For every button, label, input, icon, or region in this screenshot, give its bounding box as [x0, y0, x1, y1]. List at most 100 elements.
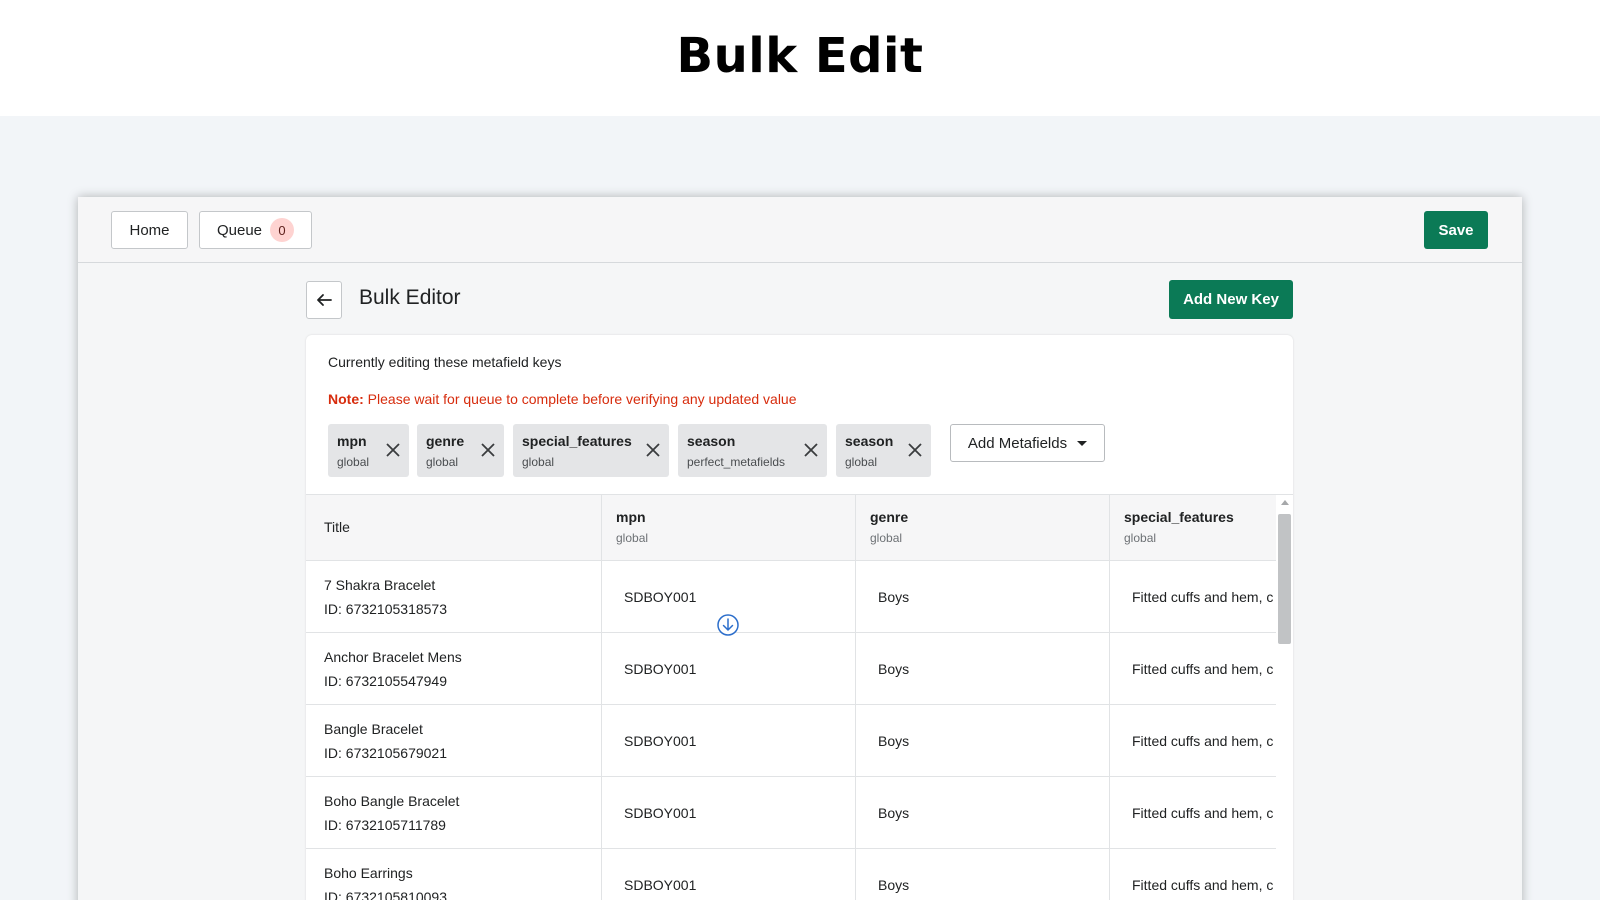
product-id: ID: 6732105810093 — [324, 889, 447, 900]
scroll-up-arrow-icon[interactable] — [1281, 500, 1289, 505]
topbar: Home Queue 0 Save — [78, 197, 1522, 263]
mpn-cell[interactable]: SDBOY001 — [602, 777, 856, 849]
genre-value: Boys — [878, 589, 910, 605]
product-id: ID: 6732105547949 — [324, 673, 447, 689]
column-scope: global — [1124, 531, 1157, 545]
mpn-value: SDBOY001 — [624, 589, 697, 605]
special-features-cell[interactable]: Fitted cuffs and hem, c — [1110, 777, 1276, 849]
home-button[interactable]: Home — [111, 211, 188, 249]
tag-scope: global — [845, 455, 878, 469]
scroll-thumb[interactable] — [1278, 514, 1291, 644]
title-cell: Anchor Bracelet Mens ID: 6732105547949 — [306, 633, 602, 705]
metafield-tag: season perfect_metafields — [678, 424, 827, 477]
special-features-value: Fitted cuffs and hem, c — [1132, 661, 1274, 677]
card-heading: Currently editing these metafield keys — [328, 354, 562, 370]
add-metafields-label: Add Metafields — [967, 434, 1068, 452]
table-row: Bangle Bracelet ID: 6732105679021 SDBOY0… — [306, 705, 1276, 777]
queue-button[interactable]: Queue 0 — [199, 211, 312, 249]
column-header: genre global — [856, 495, 1110, 561]
close-icon[interactable] — [905, 440, 925, 460]
column-scope: global — [616, 531, 649, 545]
tag-scope: perfect_metafields — [687, 455, 786, 469]
tag-scope: global — [337, 455, 370, 469]
product-title: 7 Shakra Bracelet — [324, 577, 436, 593]
editor-table: Title mpn global genre global special_fe… — [306, 494, 1293, 900]
column-header: mpn global — [602, 495, 856, 561]
table-row: Anchor Bracelet Mens ID: 6732105547949 S… — [306, 633, 1276, 705]
queue-label: Queue — [216, 221, 263, 239]
mpn-cell[interactable]: SDBOY001 — [602, 705, 856, 777]
special-features-cell[interactable]: Fitted cuffs and hem, c — [1110, 705, 1276, 777]
mpn-cell[interactable]: SDBOY001 — [602, 633, 856, 705]
back-button[interactable] — [306, 281, 342, 319]
special-features-cell[interactable]: Fitted cuffs and hem, c — [1110, 633, 1276, 705]
add-new-key-button[interactable]: Add New Key — [1169, 280, 1293, 319]
genre-cell[interactable]: Boys — [856, 633, 1110, 705]
tag-key: season — [845, 433, 894, 449]
column-title-label: Title — [324, 519, 350, 535]
column-header: special_features global — [1110, 495, 1276, 561]
app-window: Home Queue 0 Save Bulk Editor Add New Ke… — [78, 197, 1522, 900]
genre-cell[interactable]: Boys — [856, 705, 1110, 777]
metafield-tag: genre global — [417, 424, 504, 477]
title-cell: 7 Shakra Bracelet ID: 6732105318573 — [306, 561, 602, 633]
tag-key: mpn — [337, 433, 367, 449]
note-label: Note: — [328, 391, 364, 407]
special-features-cell[interactable]: Fitted cuffs and hem, c — [1110, 561, 1276, 633]
tag-scope: global — [522, 455, 555, 469]
tag-key: genre — [426, 433, 465, 449]
close-icon[interactable] — [643, 440, 663, 460]
genre-cell[interactable]: Boys — [856, 561, 1110, 633]
genre-value: Boys — [878, 661, 910, 677]
special-features-value: Fitted cuffs and hem, c — [1132, 877, 1274, 893]
close-icon[interactable] — [383, 440, 403, 460]
product-id: ID: 6732105318573 — [324, 601, 447, 617]
metafield-card: Currently editing these metafield keys N… — [306, 335, 1293, 900]
genre-value: Boys — [878, 877, 910, 893]
product-id: ID: 6732105711789 — [324, 817, 446, 833]
metafield-tag: mpn global — [328, 424, 409, 477]
genre-value: Boys — [878, 733, 910, 749]
add-metafields-dropdown[interactable]: Add Metafields — [950, 424, 1105, 462]
column-scope: global — [870, 531, 903, 545]
vertical-scrollbar[interactable] — [1276, 495, 1293, 900]
column-header-title: Title — [306, 495, 602, 561]
note-text: Please wait for queue to complete before… — [363, 391, 797, 407]
close-icon[interactable] — [801, 440, 821, 460]
column-key: genre — [870, 509, 909, 525]
title-cell: Boho Bangle Bracelet ID: 6732105711789 — [306, 777, 602, 849]
close-icon[interactable] — [478, 440, 498, 460]
title-cell: Boho Earrings ID: 6732105810093 — [306, 849, 602, 900]
genre-cell[interactable]: Boys — [856, 777, 1110, 849]
special-features-cell[interactable]: Fitted cuffs and hem, c — [1110, 849, 1276, 900]
special-features-value: Fitted cuffs and hem, c — [1132, 805, 1274, 821]
tag-key: special_features — [522, 433, 632, 449]
product-title: Boho Earrings — [324, 865, 413, 881]
save-button[interactable]: Save — [1424, 211, 1488, 249]
caret-down-icon — [1077, 440, 1088, 446]
product-title: Anchor Bracelet Mens — [324, 649, 462, 665]
arrow-down-circle-icon — [717, 614, 739, 636]
mpn-value: SDBOY001 — [624, 805, 697, 821]
table-row: Boho Bangle Bracelet ID: 6732105711789 S… — [306, 777, 1276, 849]
column-key: special_features — [1124, 509, 1234, 525]
title-cell: Bangle Bracelet ID: 6732105679021 — [306, 705, 602, 777]
special-features-value: Fitted cuffs and hem, c — [1132, 733, 1274, 749]
special-features-value: Fitted cuffs and hem, c — [1132, 589, 1274, 605]
product-title: Bangle Bracelet — [324, 721, 423, 737]
page-title: Bulk Editor — [359, 286, 461, 309]
arrow-left-icon — [317, 294, 332, 306]
mpn-value: SDBOY001 — [624, 733, 697, 749]
tag-key: season — [687, 433, 736, 449]
genre-value: Boys — [878, 805, 910, 821]
mpn-value: SDBOY001 — [624, 661, 697, 677]
mpn-cell[interactable]: SDBOY001 — [602, 849, 856, 900]
column-key: mpn — [616, 509, 646, 525]
metafield-tag: special_features global — [513, 424, 669, 477]
table-row: Boho Earrings ID: 6732105810093 SDBOY001… — [306, 849, 1276, 900]
banner-title: Bulk Edit — [676, 28, 924, 84]
table-row: 7 Shakra Bracelet ID: 6732105318573 SDBO… — [306, 561, 1276, 633]
mpn-value: SDBOY001 — [624, 877, 697, 893]
genre-cell[interactable]: Boys — [856, 849, 1110, 900]
tag-scope: global — [426, 455, 459, 469]
